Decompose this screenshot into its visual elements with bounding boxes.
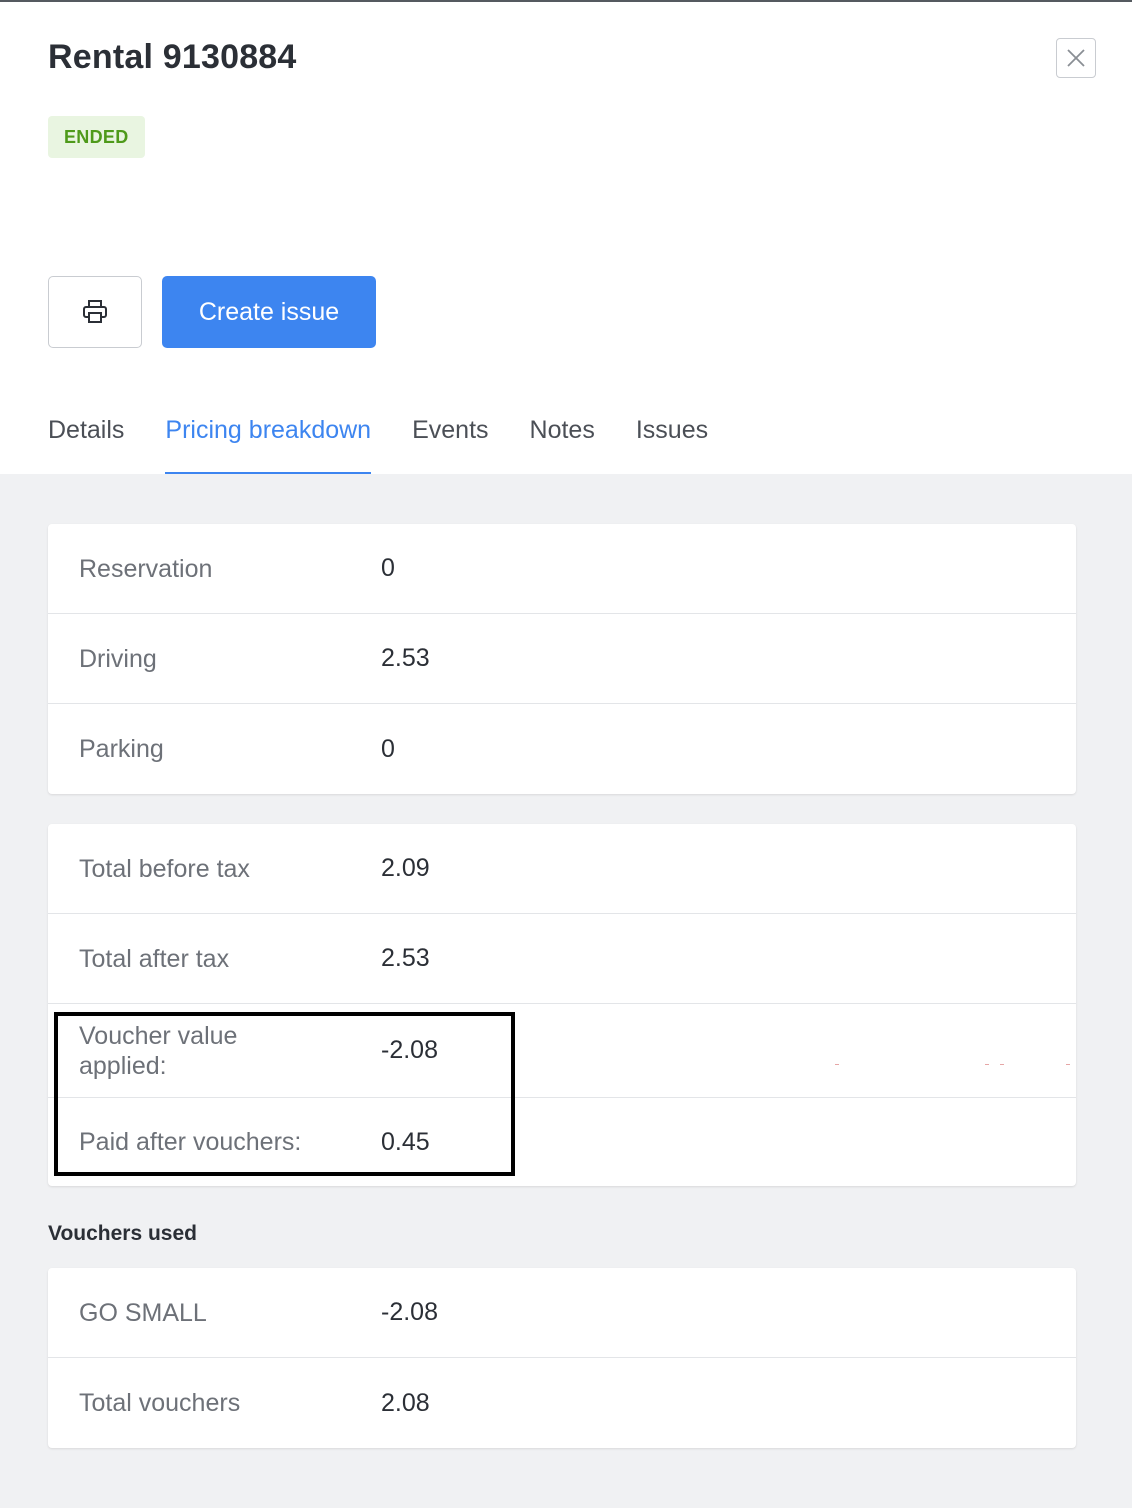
table-row: Driving 2.53: [48, 614, 1076, 704]
row-value: 2.53: [381, 644, 430, 672]
row-label: Driving: [79, 644, 157, 673]
artifact-mark: [835, 1064, 839, 1065]
tab-notes[interactable]: Notes: [530, 410, 595, 474]
row-label: Paid after vouchers:: [79, 1128, 302, 1156]
tab-details[interactable]: Details: [48, 410, 124, 474]
vouchers-section-title: Vouchers used: [48, 1222, 197, 1245]
row-value: -2.08: [381, 1036, 438, 1064]
table-row: Paid after vouchers: 0.45: [48, 1098, 1076, 1186]
tab-issues[interactable]: Issues: [636, 410, 708, 474]
table-row: Voucher value applied: -2.08: [48, 1004, 1076, 1098]
create-issue-button[interactable]: Create issue: [162, 276, 376, 348]
artifact-mark: [1000, 1064, 1004, 1065]
row-label: Parking: [79, 735, 164, 763]
row-value: 0: [381, 554, 395, 582]
row-label: GO SMALL: [79, 1298, 207, 1327]
table-row: Total before tax 2.09: [48, 824, 1076, 914]
table-row: GO SMALL -2.08: [48, 1268, 1076, 1358]
status-badge: ENDED: [48, 116, 145, 158]
pricing-content: Reservation 0 Driving 2.53 Parking 0 Tot…: [0, 474, 1132, 1508]
row-value: 0.45: [381, 1127, 430, 1156]
price-components-card: Reservation 0 Driving 2.53 Parking 0: [48, 524, 1076, 794]
tab-pricing-breakdown[interactable]: Pricing breakdown: [165, 410, 371, 476]
printer-icon: [83, 300, 107, 323]
row-label: Total vouchers: [79, 1389, 241, 1417]
row-label: Total after tax: [79, 944, 230, 973]
tab-events[interactable]: Events: [412, 410, 488, 474]
print-button[interactable]: [48, 276, 142, 348]
rental-header: Rental 9130884 ENDED Create issue Detail…: [0, 2, 1125, 476]
page-title: Rental 9130884: [48, 38, 297, 76]
row-value: 2.53: [381, 944, 430, 972]
artifact-mark: [985, 1064, 989, 1065]
table-row: Total after tax 2.53: [48, 914, 1076, 1004]
row-value: 2.09: [381, 854, 430, 882]
table-row: Parking 0: [48, 704, 1076, 794]
vouchers-card: GO SMALL -2.08 Total vouchers 2.08: [48, 1268, 1076, 1448]
artifact-mark: [1066, 1064, 1070, 1065]
table-row: Reservation 0: [48, 524, 1076, 614]
rental-detail-panel: Rental 9130884 ENDED Create issue Detail…: [0, 0, 1132, 1508]
close-icon: [1067, 49, 1085, 67]
table-row: Total vouchers 2.08: [48, 1358, 1076, 1448]
row-value: 0: [381, 734, 395, 763]
row-value: -2.08: [381, 1298, 438, 1326]
row-label: Voucher value applied:: [79, 1021, 238, 1080]
close-button[interactable]: [1056, 38, 1096, 78]
tab-bar: Details Pricing breakdown Events Notes I…: [48, 410, 749, 476]
totals-card: Total before tax 2.09 Total after tax 2.…: [48, 824, 1076, 1186]
row-label: Reservation: [79, 554, 213, 583]
row-label: Total before tax: [79, 854, 250, 883]
row-value: 2.08: [381, 1388, 430, 1417]
